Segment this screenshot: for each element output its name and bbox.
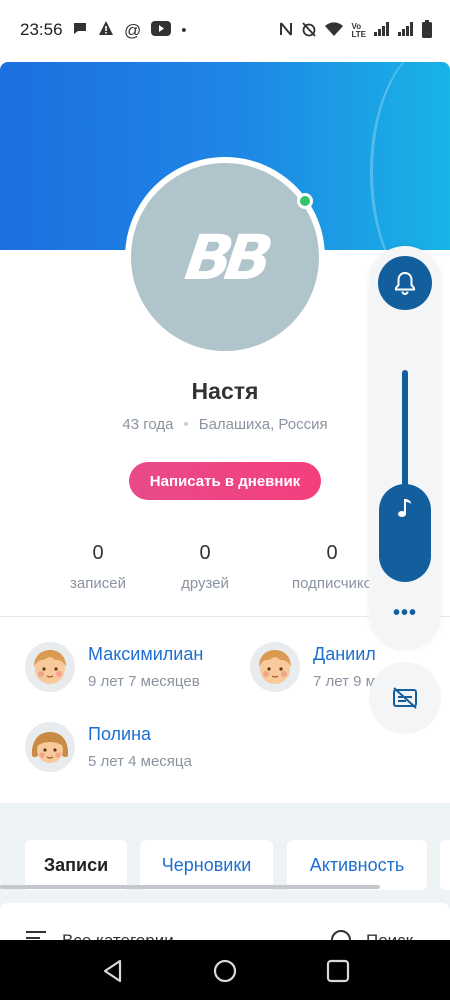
avatar-logo: BB [180, 220, 270, 294]
stat-friends-label: друзей [181, 575, 229, 592]
music-note-icon [398, 499, 411, 517]
boy-avatar-icon [25, 642, 75, 692]
cover-decoration [370, 62, 450, 250]
back-icon[interactable] [100, 958, 126, 984]
status-system-icons: Vo LTE [279, 20, 432, 41]
stat-friends[interactable]: 0 друзей [145, 542, 265, 592]
filter-bar: Все категории Поиск [0, 903, 450, 943]
avatar-image: BB [131, 163, 319, 351]
recents-icon[interactable] [325, 958, 351, 984]
meta-separator: • [183, 416, 189, 433]
stat-posts-value: 0 [92, 542, 104, 564]
stat-posts[interactable]: 0 записей [38, 542, 158, 592]
stat-friends-value: 0 [199, 542, 211, 564]
child-age: 7 лет 9 м [313, 673, 376, 690]
status-time: 23:56 [20, 20, 63, 39]
online-status-indicator [297, 193, 313, 209]
chat-bubble-icon [72, 20, 88, 42]
volume-track[interactable] [402, 370, 408, 490]
child-name: Максимилиан [88, 644, 204, 664]
signal-1-icon [374, 22, 390, 39]
signal-2-icon [398, 22, 414, 39]
boy-avatar-icon [250, 642, 300, 692]
profile-age: 43 года [122, 416, 174, 433]
tab-drafts[interactable]: Черновики [140, 840, 273, 890]
bell-icon [395, 271, 415, 295]
volume-panel: ••• [369, 246, 441, 650]
home-icon[interactable] [212, 958, 238, 984]
child-age: 9 лет 7 месяцев [88, 673, 200, 690]
captions-off-icon [393, 687, 417, 709]
live-caption-button[interactable] [369, 662, 441, 734]
girl-avatar-icon [25, 722, 75, 772]
youtube-icon [151, 20, 172, 42]
child-name: Полина [88, 724, 152, 744]
status-bar: 23:56 @ • Vo LTE [0, 0, 450, 60]
nfc-icon [279, 21, 293, 40]
ringer-mode-button[interactable] [378, 256, 432, 310]
at-sign-icon: @ [124, 21, 142, 40]
child-item-daniil[interactable]: Даниил 7 лет 9 м [250, 642, 376, 692]
child-age: 5 лет 4 месяца [88, 753, 192, 770]
tab-more[interactable] [440, 840, 450, 890]
tab-posts[interactable]: Записи [25, 840, 127, 890]
tab-activity[interactable]: Активность [287, 840, 427, 890]
tabs-scrollbar [0, 885, 380, 889]
status-notification-icons: @ • [72, 20, 187, 42]
system-nav-bar [0, 940, 450, 1000]
warning-icon [98, 20, 114, 42]
avatar[interactable]: BB [125, 157, 325, 357]
volume-more-button[interactable]: ••• [369, 602, 441, 625]
child-name: Даниил [313, 644, 376, 664]
child-item-polina[interactable]: Полина 5 лет 4 месяца [25, 722, 192, 772]
profile-location: Балашиха, Россия [198, 416, 328, 433]
alarm-off-icon [301, 21, 317, 40]
volte-icon: Vo LTE [351, 21, 366, 39]
child-item-maximilian[interactable]: Максимилиан 9 лет 7 месяцев [25, 642, 203, 692]
write-to-diary-button[interactable]: Написать в дневник [129, 462, 321, 500]
volume-slider-thumb[interactable] [379, 484, 431, 582]
stat-posts-label: записей [70, 575, 126, 592]
wifi-icon [325, 22, 344, 39]
more-notifications-dot: • [181, 22, 187, 39]
battery-icon [422, 20, 432, 41]
